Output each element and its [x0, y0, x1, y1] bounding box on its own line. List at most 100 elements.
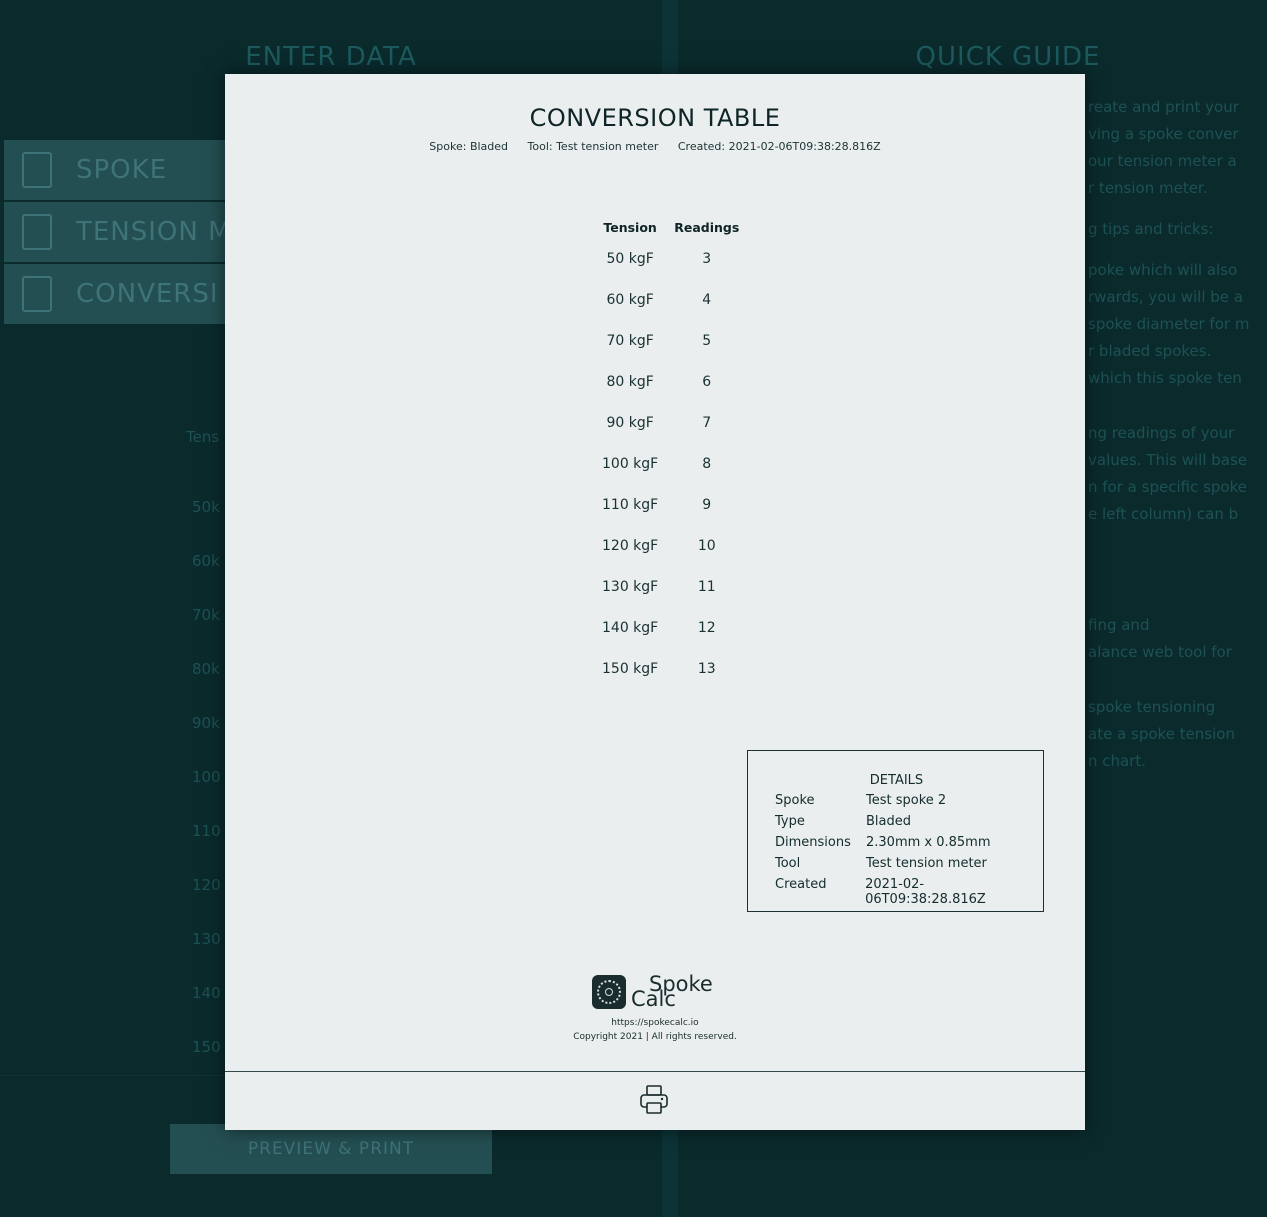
- logo-text-calc: Calc: [631, 987, 676, 1011]
- tension-cell: 90 kgF: [606, 414, 654, 431]
- details-row-dimensions: Dimensions 2.30mm x 0.85mm: [775, 835, 1043, 856]
- tension-cell: 120 kgF: [602, 537, 659, 554]
- table-row: 80 kgF 6: [594, 361, 747, 402]
- tension-cell: 80 kgF: [606, 373, 654, 390]
- details-row-type: Type Bladed: [775, 814, 1043, 835]
- tension-cell: 150 kgF: [602, 660, 659, 677]
- guide-line: g tips and tricks:: [1088, 220, 1214, 238]
- reading-cell: 5: [702, 332, 712, 349]
- tension-meter-icon: [22, 214, 52, 250]
- guide-line: our tension meter a: [1088, 152, 1237, 170]
- details-key: Type: [775, 814, 805, 829]
- meta-created: Created: 2021-02-06T09:38:28.816Z: [677, 140, 881, 153]
- guide-line: e left column) can b: [1088, 505, 1239, 523]
- details-list: Spoke Test spoke 2 Type Bladed Dimensions 2…: [775, 793, 1043, 907]
- tension-row: 90k: [192, 714, 220, 732]
- reading-cell: 9: [702, 496, 712, 513]
- wheel-hub: [605, 988, 613, 996]
- guide-line: n for a specific spoke: [1088, 478, 1247, 496]
- details-value: Test spoke 2: [866, 793, 947, 808]
- quick-guide-text: reate and print your ving a spoke conver…: [1088, 94, 1267, 775]
- guide-line: spoke tensioning: [1088, 698, 1216, 716]
- column-header-readings: Readings: [674, 219, 740, 235]
- table-row: 100 kgF 8: [594, 443, 747, 484]
- table-row: 60 kgF 4: [594, 279, 747, 320]
- document-title: CONVERSION TABLE: [529, 104, 781, 132]
- preview-print-button[interactable]: PREVIEW & PRINT: [170, 1124, 492, 1174]
- tension-cell: 110 kgF: [602, 496, 659, 513]
- enter-data-heading: ENTER DATA: [245, 42, 417, 72]
- menu-item-label: TENSION M: [76, 217, 232, 247]
- spokecalc-logo: Spoke Calc: [592, 972, 722, 1012]
- menu-item-label: SPOKE: [76, 155, 168, 185]
- tension-row: 80k: [192, 660, 220, 678]
- reading-cell: 4: [702, 291, 712, 308]
- printer-icon: [640, 1085, 668, 1114]
- column-header-tension: Tension: [603, 219, 657, 235]
- tension-cell: 50 kgF: [606, 250, 654, 267]
- meta-tool: Tool: Test tension meter: [527, 140, 659, 153]
- tension-row: 50k: [192, 498, 220, 516]
- table-row: 70 kgF 5: [594, 320, 747, 361]
- reading-cell: 10: [697, 537, 716, 554]
- tension-cell: 60 kgF: [606, 291, 654, 308]
- menu-item-label: CONVERSI: [76, 279, 219, 309]
- details-row-spoke: Spoke Test spoke 2: [775, 793, 1043, 814]
- tension-cell: 70 kgF: [606, 332, 654, 349]
- details-key: Spoke: [775, 793, 815, 808]
- tension-row: 120: [192, 876, 221, 894]
- meta-spoke: Spoke: Bladed: [429, 140, 509, 153]
- reading-cell: 11: [697, 578, 716, 595]
- guide-line: r tension meter.: [1088, 179, 1208, 197]
- tension-row: 140: [192, 984, 221, 1002]
- guide-line: r bladed spokes.: [1088, 342, 1212, 360]
- guide-line: ng readings of your: [1088, 424, 1235, 442]
- guide-line: which this spoke ten: [1088, 369, 1242, 387]
- tension-row: 130: [192, 930, 221, 948]
- reading-cell: 12: [697, 619, 716, 636]
- guide-line: spoke diameter for m: [1088, 315, 1250, 333]
- table-row: 120 kgF 10: [594, 525, 747, 566]
- tension-row: 110: [192, 822, 221, 840]
- reading-cell: 3: [702, 250, 712, 267]
- reading-cell: 13: [697, 660, 716, 677]
- reading-cell: 8: [702, 455, 712, 472]
- details-box: DETAILS Spoke Test spoke 2 Type Bladed Dim…: [747, 750, 1044, 912]
- guide-line: poke which will also: [1088, 261, 1238, 279]
- guide-line: ate a spoke tension: [1088, 725, 1235, 743]
- tension-column-header: Tens: [186, 428, 220, 446]
- tension-row: 100: [192, 768, 221, 786]
- footer-copyright: Copyright 2021 | All rights reserved.: [573, 1032, 737, 1042]
- table-row: 150 kgF 13: [594, 648, 747, 689]
- wheel-icon: [592, 975, 626, 1009]
- details-key: Created: [775, 877, 827, 892]
- modal-divider: [225, 1071, 1085, 1072]
- tension-row: 150: [192, 1038, 221, 1056]
- guide-line: rwards, you will be a: [1088, 288, 1243, 306]
- guide-line: alance web tool for: [1088, 643, 1232, 661]
- table-header-row: Tension Readings: [594, 216, 747, 238]
- table-row: 110 kgF 9: [594, 484, 747, 525]
- quick-guide-heading: QUICK GUIDE: [915, 42, 1101, 72]
- footer-url: https://spokecalc.io: [611, 1018, 699, 1028]
- details-row-tool: Tool Test tension meter: [775, 856, 1043, 877]
- tension-input-rows: 50k 60k 70k 80k 90k 100 110 120 130 140 …: [192, 498, 221, 1092]
- details-value: 2.30mm x 0.85mm: [866, 835, 991, 850]
- guide-line: reate and print your: [1088, 98, 1239, 116]
- details-key: Dimensions: [775, 835, 851, 850]
- details-key: Tool: [775, 856, 801, 871]
- details-value: 2021-02-06T09:38:28.816Z: [865, 877, 986, 907]
- reading-cell: 6: [702, 373, 712, 390]
- details-value: Test tension meter: [866, 856, 987, 871]
- tension-cell: 100 kgF: [602, 455, 659, 472]
- print-button[interactable]: [637, 1084, 671, 1116]
- print-preview-modal: CONVERSION TABLE Spoke: Bladed Tool: Tes…: [225, 74, 1085, 1130]
- guide-line: values. This will base: [1088, 451, 1248, 469]
- guide-line: ving a spoke conver: [1088, 125, 1239, 143]
- document-meta: Spoke: Bladed Tool: Test tension meter C…: [225, 140, 1085, 153]
- conversion-table: Tension Readings 50 kgF 3 60 kgF 4 70 kgF 5…: [594, 216, 747, 689]
- details-title: DETAILS: [869, 773, 924, 788]
- table-row: 130 kgF 11: [594, 566, 747, 607]
- document-icon: [22, 276, 52, 312]
- reading-cell: 7: [702, 414, 712, 431]
